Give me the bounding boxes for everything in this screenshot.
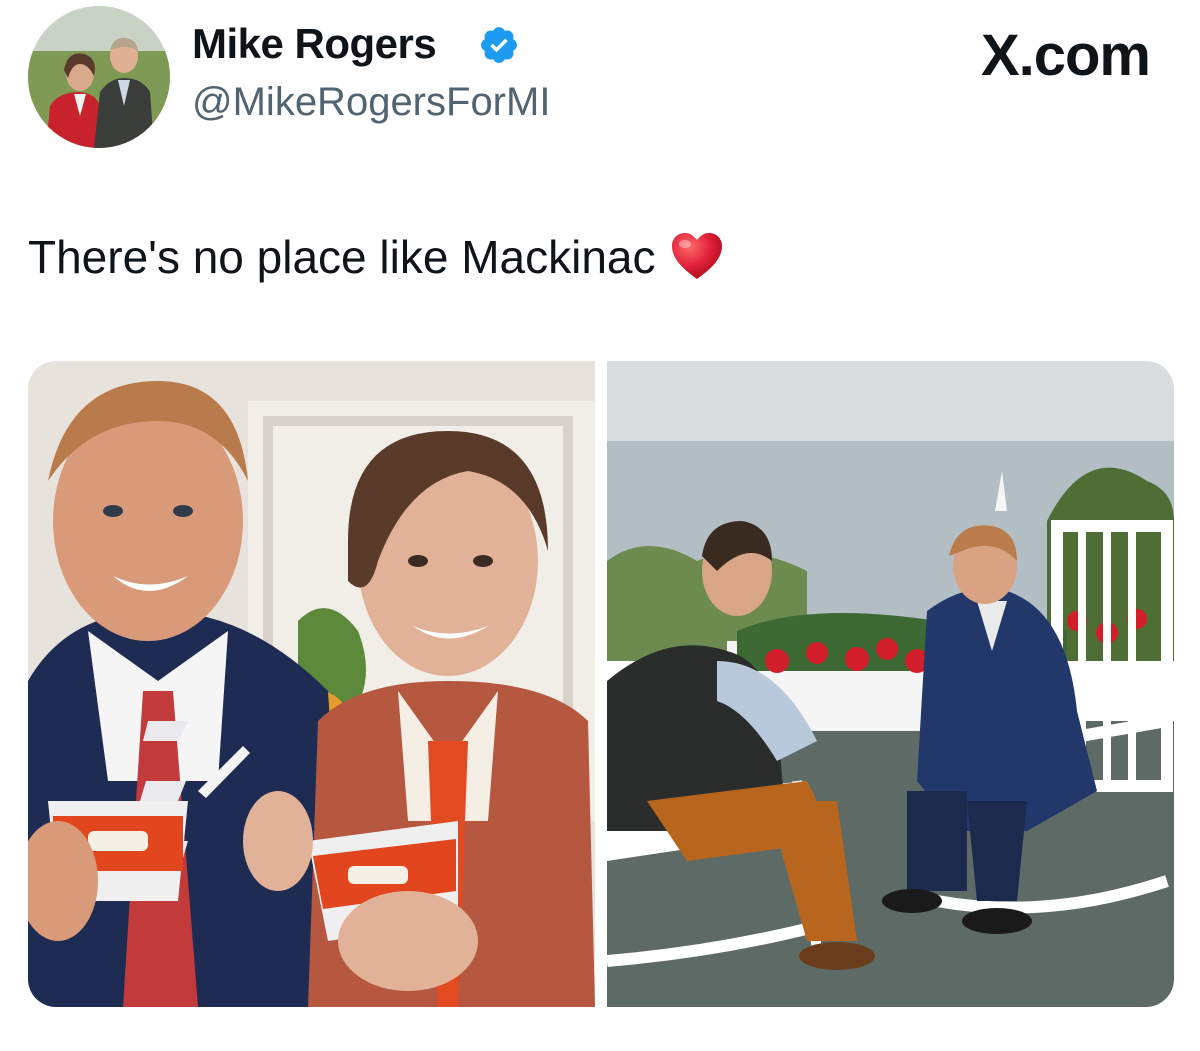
tweet-text-content: There's no place like Mackinac — [28, 231, 656, 283]
site-logo-text: X.com — [980, 23, 1151, 88]
avatar-image — [28, 6, 170, 148]
author-avatar[interactable] — [28, 6, 170, 148]
tweet-text: There's no place like Mackinac — [28, 230, 724, 284]
porch-interview-photo[interactable] — [607, 361, 1174, 1007]
ice-cream-photo[interactable] — [28, 361, 595, 1007]
ice-cream-photo-image — [28, 361, 595, 1007]
tweet-media — [28, 361, 1174, 1007]
red-heart-icon — [671, 233, 722, 279]
verified-badge-icon — [481, 27, 517, 63]
tweet-card: Mike Rogers @MikeRogersForMI X.com There… — [0, 0, 1200, 1051]
porch-interview-photo-image — [607, 361, 1174, 1007]
author-name[interactable]: Mike Rogers — [192, 20, 437, 68]
author-handle[interactable]: @MikeRogersForMI — [192, 80, 550, 125]
